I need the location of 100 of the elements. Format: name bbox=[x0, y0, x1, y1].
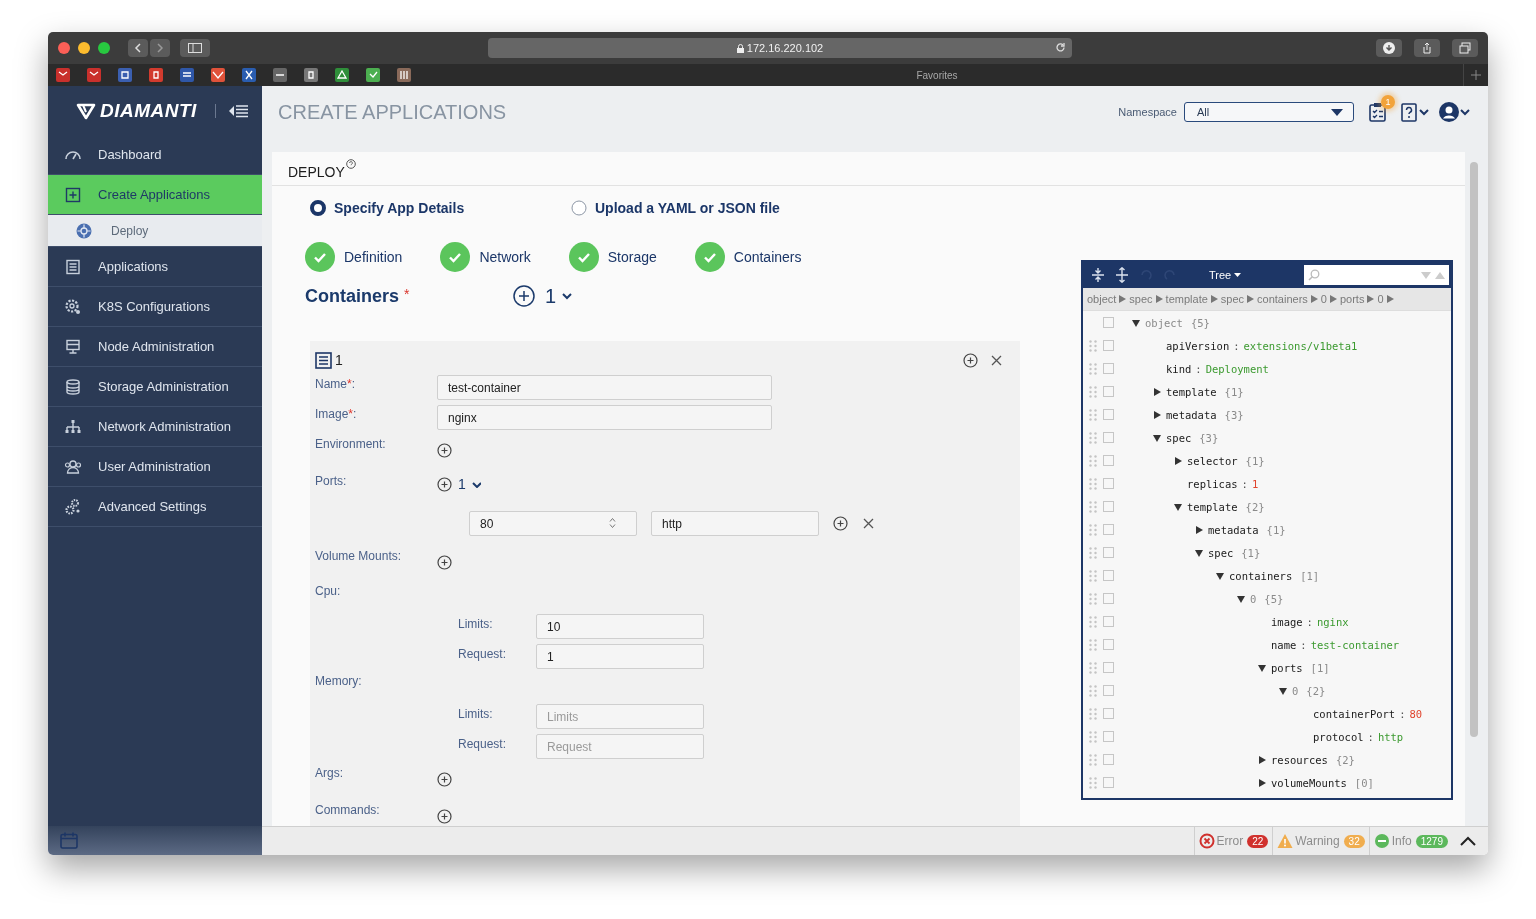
sidebar-item[interactable]: Deploy bbox=[48, 215, 262, 247]
number-field[interactable]: 80 bbox=[469, 511, 637, 536]
tabs-button[interactable] bbox=[1452, 39, 1478, 57]
add-button[interactable] bbox=[963, 352, 978, 368]
user-menu-button[interactable] bbox=[1439, 102, 1470, 122]
drag-handle-icon[interactable] bbox=[1089, 638, 1097, 651]
breadcrumb-item[interactable]: 0 bbox=[1377, 293, 1384, 305]
triangle-right-icon[interactable] bbox=[1195, 525, 1203, 534]
row-checkbox[interactable] bbox=[1103, 685, 1114, 696]
back-button[interactable] bbox=[128, 39, 148, 57]
drag-handle-icon[interactable] bbox=[1089, 730, 1097, 743]
row-checkbox[interactable] bbox=[1103, 662, 1114, 673]
bookmark-icon[interactable] bbox=[211, 68, 225, 82]
text-field[interactable]: nginx bbox=[437, 405, 772, 430]
drag-handle-icon[interactable] bbox=[1089, 523, 1097, 536]
bookmark-icon[interactable] bbox=[56, 68, 70, 82]
help-menu-button[interactable] bbox=[1400, 102, 1429, 122]
drag-handle-icon[interactable] bbox=[1089, 776, 1097, 789]
caret-up-icon[interactable] bbox=[1460, 836, 1476, 846]
drag-handle-icon[interactable] bbox=[1089, 569, 1097, 582]
triangle-down-icon[interactable] bbox=[1132, 318, 1140, 327]
text-field[interactable]: Limits bbox=[536, 704, 704, 729]
bookmark-icon[interactable] bbox=[118, 68, 132, 82]
status-filter-button[interactable]: Error 22 bbox=[1193, 827, 1273, 855]
row-checkbox[interactable] bbox=[1103, 547, 1114, 558]
triangle-down-icon[interactable] bbox=[1258, 663, 1266, 672]
row-checkbox[interactable] bbox=[1103, 616, 1114, 627]
count-dropdown[interactable]: 1 bbox=[458, 476, 481, 492]
triangle-right-icon[interactable] bbox=[1174, 456, 1182, 465]
breadcrumb-item[interactable]: 0 bbox=[1320, 293, 1327, 305]
namespace-dropdown[interactable]: All bbox=[1184, 102, 1354, 122]
row-checkbox[interactable] bbox=[1103, 455, 1114, 466]
drag-handle-icon[interactable] bbox=[1089, 339, 1097, 352]
add-button[interactable] bbox=[513, 285, 535, 307]
breadcrumb-item[interactable]: ports bbox=[1339, 293, 1365, 305]
drag-handle-icon[interactable] bbox=[1089, 431, 1097, 444]
collapse-all-icon[interactable] bbox=[1115, 267, 1129, 283]
triangle-down-icon[interactable] bbox=[1237, 594, 1245, 603]
triangle-down-icon[interactable] bbox=[1174, 502, 1182, 511]
breadcrumb-item[interactable]: spec bbox=[1129, 293, 1153, 305]
help-icon[interactable] bbox=[345, 158, 356, 169]
drag-handle-icon[interactable] bbox=[1089, 454, 1097, 467]
row-checkbox[interactable] bbox=[1103, 570, 1114, 581]
triangle-down-icon[interactable] bbox=[1195, 548, 1203, 557]
download-button[interactable] bbox=[1376, 39, 1402, 57]
close-button[interactable] bbox=[58, 42, 70, 54]
add-button[interactable] bbox=[437, 809, 452, 824]
breadcrumb-item[interactable]: spec bbox=[1220, 293, 1245, 305]
drag-handle-icon[interactable] bbox=[1089, 385, 1097, 398]
collapse-menu-icon[interactable] bbox=[227, 103, 248, 118]
add-button[interactable] bbox=[437, 772, 452, 787]
address-bar[interactable]: 172.16.220.102 bbox=[488, 38, 1072, 58]
bookmark-icon[interactable] bbox=[335, 68, 349, 82]
triangle-down-icon[interactable] bbox=[1216, 571, 1224, 580]
close-button[interactable] bbox=[862, 517, 875, 530]
row-checkbox[interactable] bbox=[1103, 593, 1114, 604]
row-checkbox[interactable] bbox=[1103, 777, 1114, 788]
bookmark-icon[interactable] bbox=[87, 68, 101, 82]
text-field[interactable]: Request bbox=[536, 734, 704, 759]
bookmark-icon[interactable] bbox=[149, 68, 163, 82]
zoom-button[interactable] bbox=[98, 42, 110, 54]
step-tab[interactable]: Definition bbox=[305, 242, 403, 272]
step-tab[interactable]: Storage bbox=[568, 242, 657, 272]
row-checkbox[interactable] bbox=[1103, 524, 1114, 535]
calendar-icon[interactable] bbox=[60, 832, 78, 849]
step-tab[interactable]: Containers bbox=[694, 242, 802, 272]
drag-handle-icon[interactable] bbox=[1089, 500, 1097, 513]
radio-label[interactable]: Upload a YAML or JSON file bbox=[595, 200, 780, 216]
share-button[interactable] bbox=[1414, 39, 1440, 57]
drag-handle-icon[interactable] bbox=[1089, 546, 1097, 559]
row-checkbox[interactable] bbox=[1103, 731, 1114, 742]
drag-handle-icon[interactable] bbox=[1089, 477, 1097, 490]
drag-handle-icon[interactable] bbox=[1089, 408, 1097, 421]
row-checkbox[interactable] bbox=[1103, 363, 1114, 374]
row-checkbox[interactable] bbox=[1103, 708, 1114, 719]
text-field[interactable]: 10 bbox=[536, 614, 704, 639]
drag-handle-icon[interactable] bbox=[1089, 707, 1097, 720]
row-checkbox[interactable] bbox=[1103, 754, 1114, 765]
add-button[interactable] bbox=[833, 516, 848, 531]
reload-icon[interactable] bbox=[1055, 42, 1066, 53]
mode-dropdown[interactable]: Tree bbox=[1209, 269, 1242, 281]
row-checkbox[interactable] bbox=[1103, 501, 1114, 512]
radio-button[interactable] bbox=[571, 200, 587, 216]
triangle-right-icon[interactable] bbox=[1153, 410, 1161, 419]
drag-handle-icon[interactable] bbox=[1089, 661, 1097, 674]
triangle-down-icon[interactable] bbox=[1153, 433, 1161, 442]
tree-value[interactable]: 1 bbox=[1251, 477, 1259, 490]
add-button[interactable] bbox=[437, 555, 452, 570]
bookmark-icon[interactable] bbox=[180, 68, 194, 82]
add-button[interactable] bbox=[437, 476, 452, 492]
row-checkbox[interactable] bbox=[1103, 409, 1114, 420]
row-checkbox[interactable] bbox=[1103, 317, 1114, 328]
minimize-button[interactable] bbox=[78, 42, 90, 54]
row-checkbox[interactable] bbox=[1103, 386, 1114, 397]
expand-all-icon[interactable] bbox=[1091, 267, 1105, 283]
text-field[interactable]: http bbox=[651, 511, 819, 536]
drag-handle-icon[interactable] bbox=[1089, 592, 1097, 605]
spinner-icon[interactable] bbox=[609, 517, 616, 529]
breadcrumb-item[interactable]: containers bbox=[1257, 293, 1308, 305]
forward-button[interactable] bbox=[150, 39, 170, 57]
